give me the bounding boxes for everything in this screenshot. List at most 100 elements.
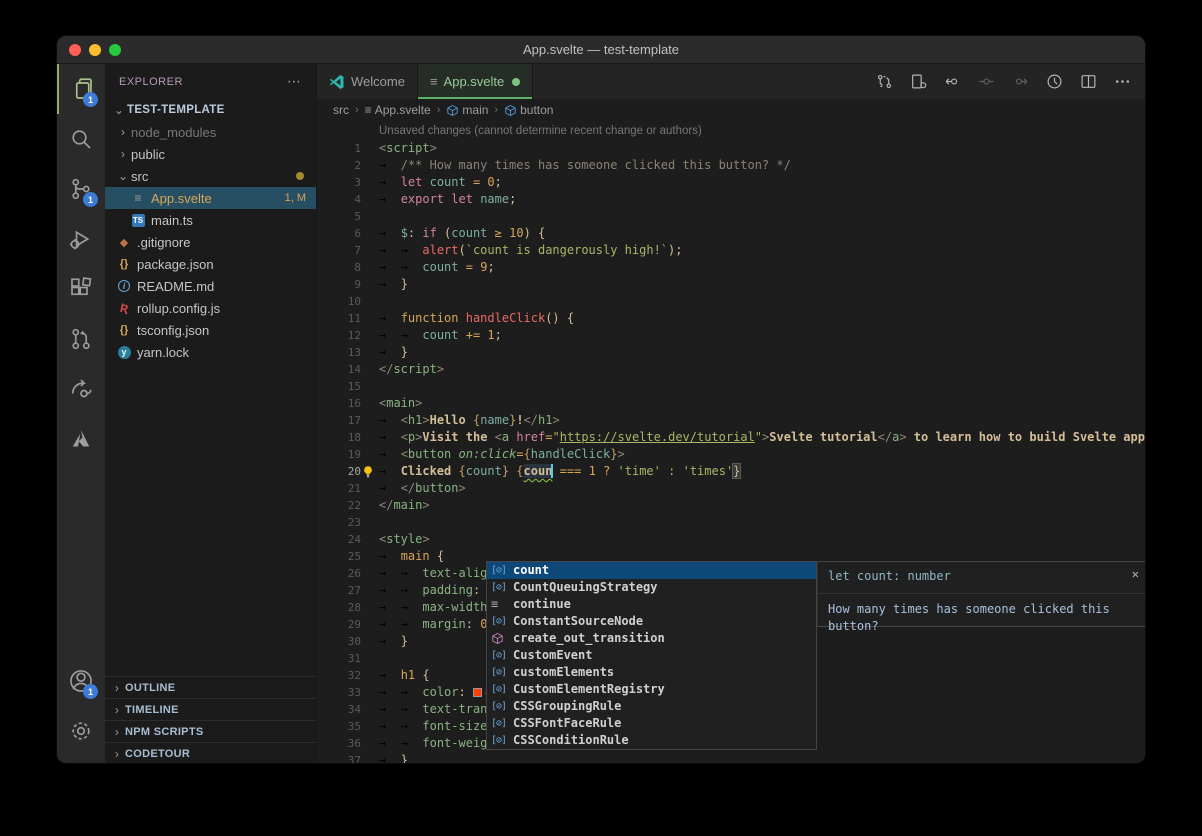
tree-item--gitignore[interactable]: ◆.gitignore (105, 231, 316, 253)
suggest-item-constantsourcenode[interactable]: [⊘]ConstantSourceNode (487, 613, 816, 630)
activity-github-pr-button[interactable] (57, 314, 105, 364)
activity-run-debug-button[interactable] (57, 214, 105, 264)
timeline-button[interactable] (1046, 73, 1063, 90)
close-window-button[interactable] (69, 44, 81, 56)
suggest-item-countqueuingstrategy[interactable]: [⊘]CountQueuingStrategy (487, 579, 816, 596)
code-line-17[interactable]: 17→ <h1>Hello {name}!</h1> (317, 412, 1145, 429)
tree-item-public[interactable]: ›public (105, 143, 316, 165)
tree-item-package-json[interactable]: {}package.json (105, 253, 316, 275)
code-line-4[interactable]: 4→ export let name; (317, 191, 1145, 208)
line-number: 11 (317, 310, 361, 327)
sidebar-section-npm-scripts[interactable]: ›NPM SCRIPTS (105, 720, 316, 742)
tree-item-label: README.md (137, 279, 214, 294)
code-line-10[interactable]: 10 (317, 293, 1145, 310)
code-line-2[interactable]: 2→ /** How many times has someone clicke… (317, 157, 1145, 174)
accounts-button[interactable]: 1 (57, 656, 105, 706)
minimize-window-button[interactable] (89, 44, 101, 56)
activity-search-button[interactable] (57, 114, 105, 164)
tab-app-svelte[interactable]: ≡App.svelte (418, 64, 533, 99)
sidebar-more-actions-icon[interactable]: ⋯ (287, 73, 302, 90)
zoom-window-button[interactable] (109, 44, 121, 56)
breadcrumb-label: button (520, 103, 553, 117)
compare-changes-button[interactable] (876, 73, 893, 90)
tree-item-readme-md[interactable]: i README.md (105, 275, 316, 297)
sidebar-section-codetour[interactable]: ›CODETOUR (105, 742, 316, 764)
code-line-1[interactable]: 1<script> (317, 140, 1145, 157)
tree-item-rollup-config-js[interactable]: Ʀrollup.config.js (105, 297, 316, 319)
activity-source-control-button[interactable]: 1 (57, 164, 105, 214)
suggest-item-cssconditionrule[interactable]: [⊘]CSSConditionRule (487, 732, 816, 749)
suggest-item-create_out_transition[interactable]: create_out_transition (487, 630, 816, 647)
suggest-item-label: continue (513, 596, 571, 613)
suggest-item-cssgroupingrule[interactable]: [⊘]CSSGroupingRule (487, 698, 816, 715)
tree-item-node-modules[interactable]: ›node_modules (105, 121, 316, 143)
suggest-item-cssfontfacerule[interactable]: [⊘]CSSFontFaceRule (487, 715, 816, 732)
breadcrumb-separator: › (355, 104, 359, 116)
activity-live-share-button[interactable] (57, 364, 105, 414)
title-bar[interactable]: App.svelte — test-template (57, 36, 1145, 64)
tree-item-main-ts[interactable]: TSmain.ts (105, 209, 316, 231)
more-actions-button[interactable] (1114, 73, 1131, 90)
code-line-15[interactable]: 15 (317, 378, 1145, 395)
symbol-variable-icon: [⊘] (491, 579, 513, 596)
suggest-item-continue[interactable]: ≡continue (487, 596, 816, 613)
suggest-item-customelementregistry[interactable]: [⊘]CustomElementRegistry (487, 681, 816, 698)
current-change-button[interactable] (978, 73, 995, 90)
activity-azure-button[interactable] (57, 414, 105, 464)
code-line-6[interactable]: 6→ $: if (count ≥ 10) { (317, 225, 1145, 242)
code-line-22[interactable]: 22</main> (317, 497, 1145, 514)
code-line-14[interactable]: 14</script> (317, 361, 1145, 378)
code-line-18[interactable]: 18→ <p>Visit the <a href="https://svelte… (317, 429, 1145, 446)
code-line-3[interactable]: 3→ let count = 0; (317, 174, 1145, 191)
breadcrumb-item-main[interactable]: main (446, 103, 488, 117)
chevron-right-icon: › (109, 703, 125, 717)
code-line-12[interactable]: 12→ → count += 1; (317, 327, 1145, 344)
color-swatch[interactable] (473, 688, 482, 697)
code-line-7[interactable]: 7→ → alert(`count is dangerously high!`)… (317, 242, 1145, 259)
tree-item-tsconfig-json[interactable]: {}tsconfig.json (105, 319, 316, 341)
line-number: 29 (317, 616, 361, 633)
sidebar-section-outline[interactable]: ›OUTLINE (105, 676, 316, 698)
editor-actions (876, 64, 1145, 99)
sidebar-section-timeline[interactable]: ›TIMELINE (105, 698, 316, 720)
code-line-23[interactable]: 23 (317, 514, 1145, 531)
suggest-item-customevent[interactable]: [⊘]CustomEvent (487, 647, 816, 664)
code-line-21[interactable]: 21→ </button> (317, 480, 1145, 497)
suggest-item-count[interactable]: [⊘]count (487, 562, 816, 579)
line-number: 35 (317, 718, 361, 735)
readme-file-icon: i (118, 280, 130, 292)
code-line-11[interactable]: 11→ function handleClick() { (317, 310, 1145, 327)
activity-bar: 1 1 1 (57, 64, 105, 764)
tab-welcome[interactable]: Welcome (317, 64, 418, 99)
live-share-icon (69, 377, 93, 401)
breadcrumb-item-app-svelte[interactable]: ≡App.svelte (365, 103, 431, 117)
code-line-24[interactable]: 24<style> (317, 531, 1145, 548)
tree-item-src[interactable]: ⌄src (105, 165, 316, 187)
next-change-button[interactable] (1012, 73, 1029, 90)
close-icon[interactable]: ✕ (1132, 566, 1139, 583)
previous-change-button[interactable] (944, 73, 961, 90)
code-line-20[interactable]: 20→ Clicked {count} {coun === 1 ? 'time'… (317, 463, 1145, 480)
breadcrumb-item-button[interactable]: button (504, 103, 553, 117)
project-root-row[interactable]: ⌄ TEST-TEMPLATE (105, 99, 316, 121)
code-line-13[interactable]: 13→ } (317, 344, 1145, 361)
tree-item-app-svelte[interactable]: ≡App.svelte1, M (105, 187, 316, 209)
code-line-16[interactable]: 16<main> (317, 395, 1145, 412)
open-changes-button[interactable] (910, 73, 927, 90)
activity-extensions-button[interactable] (57, 264, 105, 314)
code-line-5[interactable]: 5 (317, 208, 1145, 225)
code-line-9[interactable]: 9→ } (317, 276, 1145, 293)
breadcrumb-item-src[interactable]: src (333, 103, 349, 117)
tree-item-yarn-lock[interactable]: yyarn.lock (105, 341, 316, 363)
lightbulb-icon[interactable] (361, 465, 375, 479)
code-line-8[interactable]: 8→ → count = 9; (317, 259, 1145, 276)
code-editor[interactable]: Unsaved changes (cannot determine recent… (317, 121, 1145, 764)
line-number: 23 (317, 514, 361, 531)
activity-explorer-button[interactable]: 1 (57, 64, 105, 114)
code-line-37[interactable]: 37→ } (317, 752, 1145, 764)
manage-button[interactable] (57, 706, 105, 756)
code-line-19[interactable]: 19→ <button on:click={handleClick}> (317, 446, 1145, 463)
suggest-item-customelements[interactable]: [⊘]customElements (487, 664, 816, 681)
svelte-file-icon: ≡ (430, 74, 438, 89)
split-editor-button[interactable] (1080, 73, 1097, 90)
